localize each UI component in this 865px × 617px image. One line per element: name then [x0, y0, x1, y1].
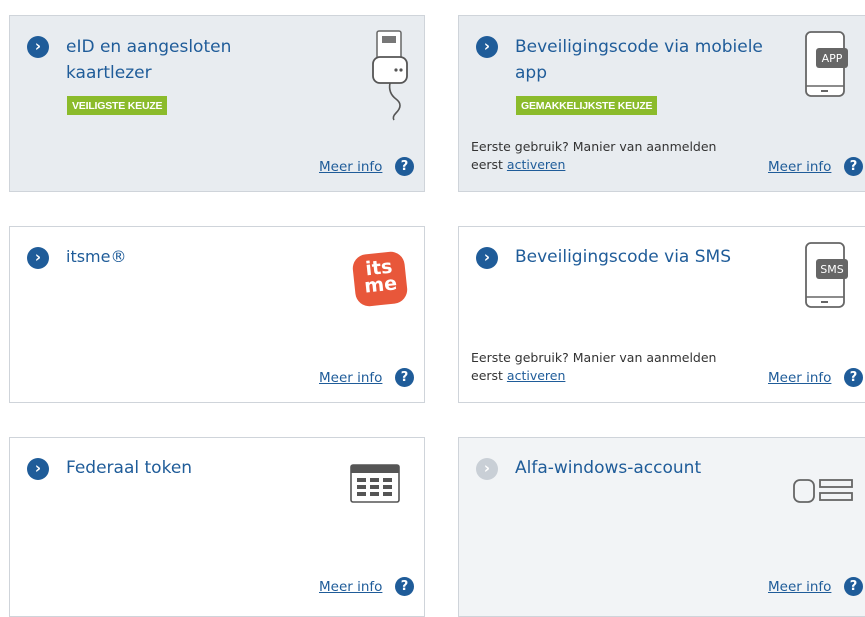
- card-title[interactable]: Federaal token: [66, 455, 192, 481]
- card-title-line2: kaartlezer: [66, 63, 152, 83]
- card-title[interactable]: Beveiligingscode via mobiele app: [515, 34, 763, 86]
- card-alfa-windows-account[interactable]: › Alfa-windows-account Meer info ?: [458, 437, 865, 617]
- windows-account-icon: [793, 479, 853, 503]
- help-icon[interactable]: ?: [844, 368, 863, 387]
- meer-info-link[interactable]: Meer info: [768, 578, 831, 596]
- card-title[interactable]: Alfa-windows-account: [515, 455, 701, 481]
- card-title-line1: eID en aangesloten: [66, 37, 232, 57]
- chevron-right-icon: ›: [27, 247, 49, 269]
- meer-info-link[interactable]: Meer info: [319, 578, 382, 596]
- itsme-logo: its me: [351, 250, 409, 308]
- chevron-right-icon: ›: [27, 458, 49, 480]
- badge-safest: VEILIGSTE KEUZE: [67, 96, 168, 115]
- activate-link[interactable]: activeren: [507, 157, 565, 172]
- meer-info-link[interactable]: Meer info: [319, 158, 382, 176]
- card-eid[interactable]: › eID en aangesloten kaartlezer VEILIGST…: [9, 15, 425, 192]
- chevron-right-icon: ›: [476, 458, 498, 480]
- chevron-right-icon: ›: [476, 247, 498, 269]
- note-line1: Eerste gebruik? Manier van aanmelden: [471, 350, 717, 365]
- card-title-line1: Beveiligingscode via mobiele: [515, 37, 763, 57]
- activate-link[interactable]: activeren: [507, 368, 565, 383]
- note-line2: eerst activeren: [471, 156, 716, 174]
- card-federal-token[interactable]: › Federaal token Meer info ?: [9, 437, 425, 617]
- meer-info-link[interactable]: Meer info: [768, 369, 831, 387]
- card-title[interactable]: eID en aangesloten kaartlezer: [66, 34, 231, 86]
- card-mobile-app[interactable]: › Beveiligingscode via mobiele app GEMAK…: [458, 15, 865, 192]
- phone-sms-label: SMS: [820, 263, 843, 276]
- note-line1: Eerste gebruik? Manier van aanmelden: [471, 139, 717, 154]
- card-itsme[interactable]: › itsme® its me Meer info ?: [9, 226, 425, 403]
- note-prefix: eerst: [471, 368, 503, 383]
- phone-app-icon: APP: [805, 31, 848, 97]
- phone-app-label: APP: [822, 52, 843, 65]
- badge-easiest: GEMAKKELIJKSTE KEUZE: [516, 96, 658, 115]
- meer-info-link[interactable]: Meer info: [319, 369, 382, 387]
- token-card-icon: [350, 464, 400, 503]
- card-title[interactable]: itsme®: [66, 244, 126, 270]
- chevron-right-icon: ›: [476, 36, 498, 58]
- card-sms[interactable]: › Beveiligingscode via SMS Eerste gebrui…: [458, 226, 865, 403]
- first-use-note: Eerste gebruik? Manier van aanmelden eer…: [471, 349, 716, 385]
- card-title-line2: app: [515, 63, 547, 83]
- note-line2: eerst activeren: [471, 367, 716, 385]
- first-use-note: Eerste gebruik? Manier van aanmelden eer…: [471, 138, 716, 174]
- help-icon[interactable]: ?: [844, 577, 863, 596]
- meer-info-link[interactable]: Meer info: [768, 158, 831, 176]
- help-icon[interactable]: ?: [844, 157, 863, 176]
- card-title[interactable]: Beveiligingscode via SMS: [515, 244, 731, 270]
- help-icon[interactable]: ?: [395, 577, 414, 596]
- help-icon[interactable]: ?: [395, 157, 414, 176]
- card-reader-icon: [372, 30, 408, 121]
- help-icon[interactable]: ?: [395, 368, 414, 387]
- phone-sms-icon: SMS: [805, 242, 848, 308]
- chevron-right-icon: ›: [27, 36, 49, 58]
- note-prefix: eerst: [471, 157, 503, 172]
